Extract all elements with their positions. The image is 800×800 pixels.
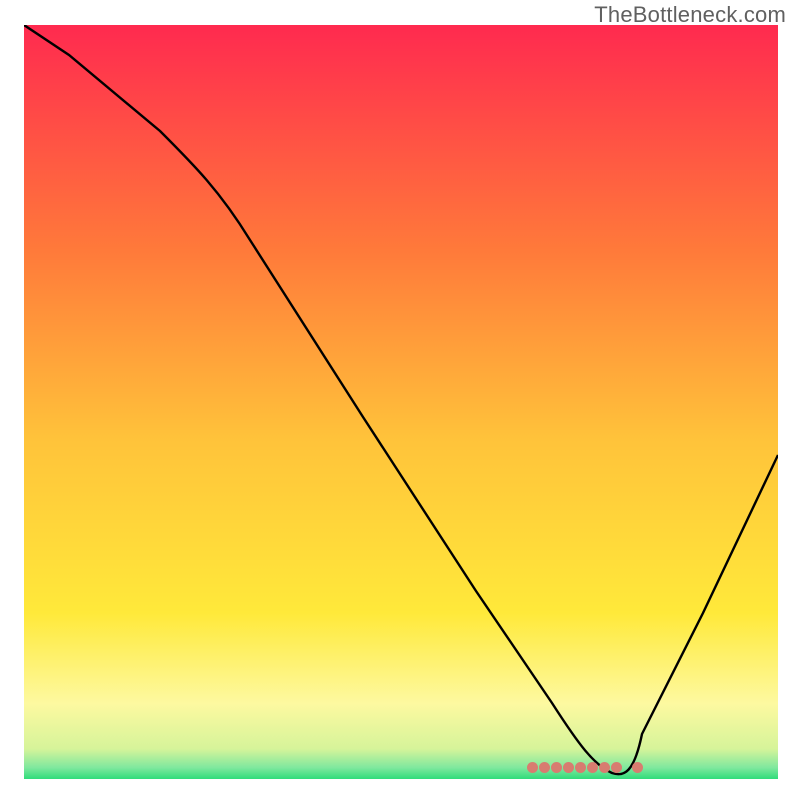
marker-dot [599,762,610,773]
marker-dot [575,762,586,773]
marker-dot [539,762,550,773]
marker-dot [587,762,598,773]
marker-dot [632,762,643,773]
chart-plot-area [24,25,778,779]
marker-dot [551,762,562,773]
marker-dot [611,762,622,773]
marker-dot [563,762,574,773]
chart-svg [24,25,778,779]
gradient-background [24,25,778,779]
marker-dot [527,762,538,773]
marker-cluster [527,762,643,773]
